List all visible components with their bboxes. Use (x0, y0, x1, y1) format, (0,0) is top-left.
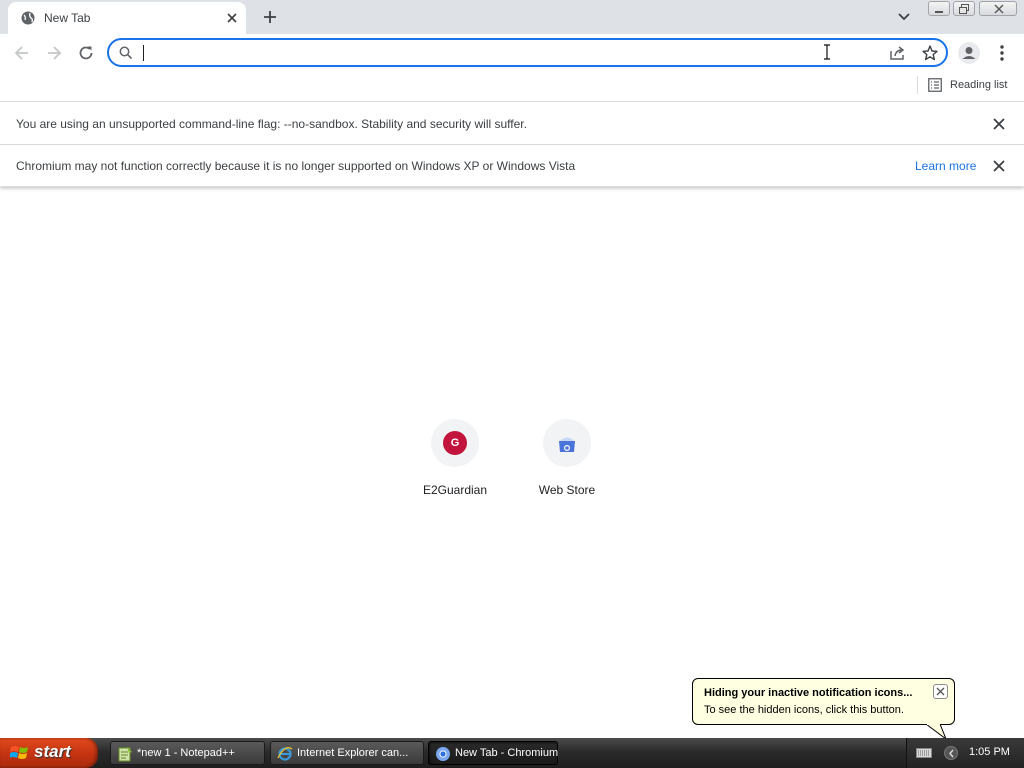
taskbar: start *new 1 - Notepad++ Internet Explor… (0, 738, 1024, 768)
chevron-left-icon (949, 749, 954, 758)
globe-icon (21, 11, 35, 25)
shortcut-label: E2Guardian (422, 483, 488, 497)
tab-new-tab[interactable]: New Tab (8, 2, 246, 34)
taskbar-item-chromium[interactable]: New Tab - Chromium (428, 741, 558, 765)
share-icon[interactable] (889, 45, 907, 61)
shortcut-icon-background (543, 419, 591, 467)
infobar-unsupported-os: Chromium may not function correctly beca… (0, 145, 1024, 187)
taskbar-item-label: Internet Explorer can... (297, 747, 409, 759)
more-menu-icon[interactable] (996, 43, 1008, 63)
chromium-icon (436, 747, 450, 761)
learn-more-link[interactable]: Learn more (915, 159, 976, 173)
new-tab-plus-icon[interactable] (260, 7, 280, 27)
taskbar-item-label: *new 1 - Notepad++ (137, 747, 235, 759)
reading-list-icon (928, 78, 942, 92)
text-caret (143, 45, 144, 61)
taskbar-item-ie[interactable]: Internet Explorer can... (270, 741, 424, 765)
shortcut-web-store[interactable]: Web Store (511, 419, 623, 503)
close-icon[interactable] (992, 117, 1006, 131)
balloon-text: To see the hidden icons, click this butt… (704, 704, 904, 716)
tab-search-chevron-icon[interactable] (895, 9, 913, 25)
notification-balloon[interactable]: Hiding your inactive notification icons.… (692, 678, 955, 725)
start-button[interactable]: start (0, 738, 98, 768)
bookmark-star-icon[interactable] (921, 44, 939, 62)
start-label: start (34, 742, 71, 761)
close-icon (994, 4, 1004, 14)
minimize-icon (935, 11, 943, 13)
windows-logo-icon (10, 746, 28, 759)
restore-button[interactable] (953, 1, 975, 16)
close-icon (936, 687, 945, 696)
taskbar-item-notepad[interactable]: *new 1 - Notepad++ (110, 741, 265, 765)
bookmarks-bar: Reading list (0, 72, 1024, 102)
system-tray: 1:05 PM (906, 738, 1024, 768)
bookmarks-separator (917, 76, 918, 94)
reload-icon[interactable] (76, 43, 96, 63)
close-window-button[interactable] (979, 1, 1017, 16)
search-icon (119, 46, 133, 60)
balloon-close-button[interactable] (933, 684, 948, 699)
show-hidden-icons-button[interactable] (944, 746, 958, 760)
tab-strip: New Tab (0, 0, 1024, 34)
tab-title: New Tab (44, 11, 91, 25)
minimize-button[interactable] (928, 1, 950, 16)
close-icon[interactable] (992, 159, 1006, 173)
shortcut-label: Web Store (538, 483, 596, 497)
browser-toolbar (0, 34, 1024, 72)
infobar-message: You are using an unsupported command-lin… (16, 117, 527, 131)
infobar-no-sandbox: You are using an unsupported command-lin… (0, 103, 1024, 145)
keyboard-icon[interactable] (916, 747, 932, 759)
taskbar-item-label: New Tab - Chromium (455, 747, 559, 759)
infobar-message: Chromium may not function correctly beca… (16, 159, 576, 173)
ie-icon (277, 747, 293, 761)
person-icon (962, 47, 976, 59)
profile-avatar-button[interactable] (958, 42, 980, 64)
address-input[interactable] (141, 43, 781, 63)
shortcut-icon-background: G (431, 419, 479, 467)
forward-arrow-icon[interactable] (44, 43, 64, 63)
restore-icon (959, 4, 969, 14)
reading-list-button[interactable]: Reading list (928, 75, 1007, 95)
notepad-icon (118, 747, 132, 762)
close-tab-icon[interactable] (224, 10, 240, 26)
clock[interactable]: 1:05 PM (969, 746, 1010, 758)
web-store-icon (559, 437, 575, 452)
text-cursor-icon (824, 44, 830, 60)
shortcut-e2guardian[interactable]: G E2Guardian (399, 419, 511, 503)
reading-list-label: Reading list (950, 79, 1008, 91)
address-bar[interactable] (107, 38, 948, 67)
e2guardian-icon: G (443, 431, 467, 455)
back-arrow-icon[interactable] (12, 43, 32, 63)
balloon-title: Hiding your inactive notification icons.… (704, 687, 913, 699)
